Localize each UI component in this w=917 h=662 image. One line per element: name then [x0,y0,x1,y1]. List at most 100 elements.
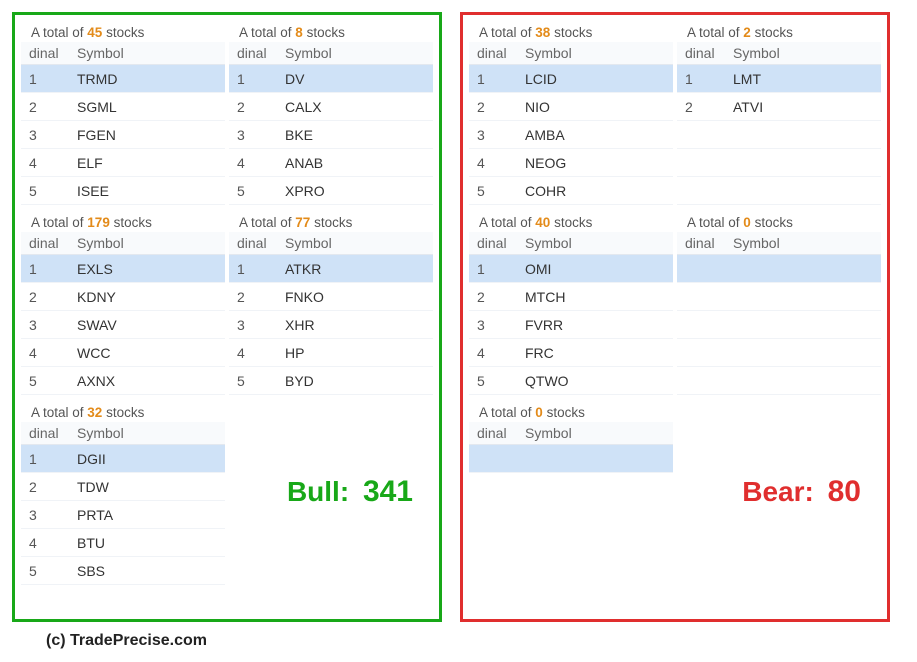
symbol-cell: XPRO [277,177,433,205]
ordinal-cell: 5 [469,177,517,205]
table-row[interactable]: 3BKE [229,121,433,149]
ordinal-header[interactable]: dinal [21,42,69,65]
table-row[interactable]: 1DGII [21,445,225,473]
table-row[interactable]: 1LMT [677,65,881,93]
symbol-header[interactable]: Symbol [725,42,881,65]
symbol-cell: FGEN [69,121,225,149]
ordinal-header[interactable]: dinal [21,422,69,445]
count-suffix: stocks [550,215,592,230]
symbol-cell: CALX [277,93,433,121]
table-row[interactable]: 4FRC [469,339,673,367]
table-row[interactable]: 5COHR [469,177,673,205]
symbol-cell: BYD [277,367,433,395]
table-row[interactable]: 1LCID [469,65,673,93]
count-value: 179 [87,215,110,230]
symbol-header[interactable]: Symbol [69,42,225,65]
ordinal-header[interactable]: dinal [469,232,517,255]
ordinal-cell: 4 [21,149,69,177]
table-row[interactable]: 4NEOG [469,149,673,177]
table-row[interactable]: 4WCC [21,339,225,367]
table-row[interactable]: 2FNKO [229,283,433,311]
count-suffix: stocks [102,405,144,420]
table-row[interactable]: 1TRMD [21,65,225,93]
symbol-cell: ISEE [69,177,225,205]
symbol-cell: ATKR [277,255,433,283]
table-row[interactable]: 3AMBA [469,121,673,149]
ordinal-header[interactable]: dinal [677,42,725,65]
table-row[interactable]: 5SBS [21,557,225,585]
stock-card: A total of 0 stocksdinalSymbol.. [469,401,673,473]
ordinal-cell: 2 [469,283,517,311]
symbol-cell: NIO [517,93,673,121]
count-value: 45 [87,25,102,40]
ordinal-header[interactable]: dinal [229,232,277,255]
table-row[interactable]: 4ELF [21,149,225,177]
table-row[interactable]: 5AXNX [21,367,225,395]
ordinal-cell: 1 [677,65,725,93]
table-row[interactable]: 2ATVI [677,93,881,121]
ordinal-cell: 4 [21,529,69,557]
table-row[interactable]: 2NIO [469,93,673,121]
card-header: A total of 40 stocks [469,211,673,232]
bull-total-label: Bull: 341 [287,475,413,509]
table-row[interactable]: 2CALX [229,93,433,121]
table-row[interactable]: 4ANAB [229,149,433,177]
table-row[interactable]: 1OMI [469,255,673,283]
table-row[interactable]: 1ATKR [229,255,433,283]
symbol-header[interactable]: Symbol [277,42,433,65]
table-row-empty: .. [677,255,881,283]
symbol-cell: ATVI [725,93,881,121]
table-row[interactable]: 3XHR [229,311,433,339]
symbol-cell: SWAV [69,311,225,339]
symbol-header[interactable]: Symbol [725,232,881,255]
count-suffix: stocks [751,25,793,40]
ordinal-header[interactable]: dinal [469,42,517,65]
stock-table: dinalSymbol1DV2CALX3BKE4ANAB5XPRO [229,42,433,205]
table-row[interactable]: 1DV [229,65,433,93]
table-row[interactable]: 4BTU [21,529,225,557]
table-row[interactable]: 3FGEN [21,121,225,149]
count-suffix: stocks [751,215,793,230]
table-row[interactable]: 4HP [229,339,433,367]
ordinal-header[interactable]: dinal [469,422,517,445]
symbol-cell: LMT [725,65,881,93]
bear-col-2: A total of 2 stocksdinalSymbol1LMT2ATVI.… [675,21,883,479]
symbol-header[interactable]: Symbol [517,232,673,255]
table-row[interactable]: 3PRTA [21,501,225,529]
symbol-cell: AMBA [517,121,673,149]
symbol-cell: WCC [69,339,225,367]
ordinal-header[interactable]: dinal [677,232,725,255]
table-row[interactable]: 5XPRO [229,177,433,205]
table-row[interactable]: 5QTWO [469,367,673,395]
count-value: 8 [295,25,303,40]
ordinal-cell: 3 [21,311,69,339]
ordinal-cell: 3 [469,121,517,149]
table-row[interactable]: 2TDW [21,473,225,501]
symbol-header[interactable]: Symbol [517,422,673,445]
table-row[interactable]: 5BYD [229,367,433,395]
ordinal-header[interactable]: dinal [21,232,69,255]
footer-credit: (c) TradePrecise.com [12,632,905,650]
count-suffix: stocks [550,25,592,40]
table-row[interactable]: 2KDNY [21,283,225,311]
symbol-header[interactable]: Symbol [69,232,225,255]
table-row[interactable]: 2SGML [21,93,225,121]
ordinal-cell: 1 [21,445,69,473]
table-row[interactable]: 1EXLS [21,255,225,283]
symbol-cell: TRMD [69,65,225,93]
symbol-cell: QTWO [517,367,673,395]
symbol-header[interactable]: Symbol [277,232,433,255]
symbol-header[interactable]: Symbol [69,422,225,445]
table-row[interactable]: 2MTCH [469,283,673,311]
stock-table: dinalSymbol1DGII2TDW3PRTA4BTU5SBS [21,422,225,585]
stock-card: A total of 0 stocksdinalSymbol.......... [677,211,881,395]
ordinal-cell: 2 [469,93,517,121]
table-row[interactable]: 3FVRR [469,311,673,339]
symbol-header[interactable]: Symbol [517,42,673,65]
table-row[interactable]: 3SWAV [21,311,225,339]
ordinal-cell: 1 [21,255,69,283]
table-row[interactable]: 5ISEE [21,177,225,205]
symbol-cell: SGML [69,93,225,121]
ordinal-header[interactable]: dinal [229,42,277,65]
symbol-cell: NEOG [517,149,673,177]
